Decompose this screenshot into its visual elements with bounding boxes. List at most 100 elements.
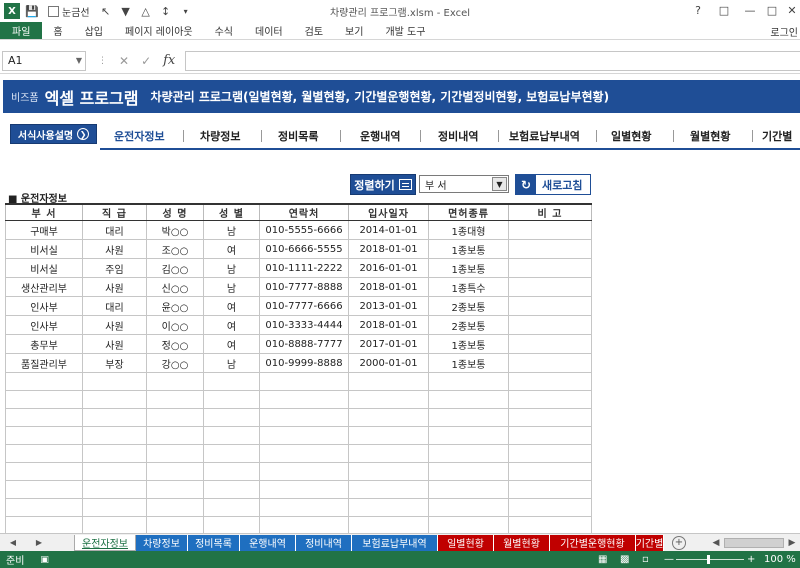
empty-cell[interactable] bbox=[348, 444, 429, 463]
empty-cell[interactable] bbox=[146, 372, 204, 391]
nav-maintenance-log[interactable]: 정비내역 bbox=[438, 128, 478, 144]
cell-name[interactable]: 윤○○ bbox=[146, 296, 204, 316]
cell-gender[interactable]: 여 bbox=[203, 296, 260, 316]
empty-cell[interactable] bbox=[146, 426, 204, 445]
refresh-button[interactable]: ↻ 새로고침 bbox=[515, 174, 591, 195]
nav-maintenance-list[interactable]: 정비목록 bbox=[278, 128, 318, 144]
empty-cell[interactable] bbox=[348, 516, 429, 533]
empty-cell[interactable] bbox=[146, 444, 204, 463]
empty-cell[interactable] bbox=[203, 462, 260, 481]
empty-cell[interactable] bbox=[428, 426, 509, 445]
zoom-out-icon[interactable]: — bbox=[664, 554, 674, 565]
nav-vehicle-info[interactable]: 차량정보 bbox=[200, 128, 240, 144]
help-icon[interactable]: ? bbox=[690, 2, 706, 18]
cell-license-type[interactable]: 1종보통 bbox=[428, 239, 509, 259]
header-rank[interactable]: 직 급 bbox=[82, 203, 147, 221]
h-scroll-left-icon[interactable]: ◀ bbox=[708, 538, 724, 548]
usage-guide-button[interactable]: 서식사용설명 ❯ bbox=[10, 124, 97, 144]
tab-developer[interactable]: 개발 도구 bbox=[374, 22, 436, 39]
empty-cell[interactable] bbox=[146, 462, 204, 481]
empty-cell[interactable] bbox=[5, 480, 83, 499]
cell-notes[interactable] bbox=[508, 296, 592, 316]
empty-cell[interactable] bbox=[428, 516, 509, 533]
sheet-tab-maintenance-list[interactable]: 정비목록 bbox=[188, 534, 240, 551]
tab-page-layout[interactable]: 페이지 레이아웃 bbox=[114, 22, 204, 39]
empty-cell[interactable] bbox=[5, 408, 83, 427]
sheet-tab-driving-log[interactable]: 운행내역 bbox=[240, 534, 296, 551]
chevron-down-icon[interactable]: ▼ bbox=[492, 177, 507, 191]
tab-scroll-left-icon[interactable]: ◀ bbox=[0, 538, 26, 547]
cell-contact[interactable]: 010-7777-8888 bbox=[259, 277, 349, 297]
page-layout-view-icon[interactable]: ▩ bbox=[620, 554, 629, 565]
cell-rank[interactable]: 사원 bbox=[82, 334, 147, 354]
empty-cell[interactable] bbox=[259, 426, 349, 445]
empty-cell[interactable] bbox=[5, 498, 83, 517]
empty-cell[interactable] bbox=[259, 444, 349, 463]
chevron-down-icon[interactable]: ▼ bbox=[76, 56, 82, 65]
cell-name[interactable]: 강○○ bbox=[146, 353, 204, 373]
cell-hire-date[interactable]: 2016-01-01 bbox=[348, 258, 429, 278]
org-chart-icon[interactable]: △ bbox=[138, 3, 154, 19]
empty-cell[interactable] bbox=[259, 372, 349, 391]
empty-cell[interactable] bbox=[5, 372, 83, 391]
empty-cell[interactable] bbox=[259, 516, 349, 533]
cell-notes[interactable] bbox=[508, 334, 592, 354]
empty-cell[interactable] bbox=[203, 444, 260, 463]
empty-cell[interactable] bbox=[203, 372, 260, 391]
cell-name[interactable]: 신○○ bbox=[146, 277, 204, 297]
cell-gender[interactable]: 여 bbox=[203, 334, 260, 354]
cell-gender[interactable]: 여 bbox=[203, 315, 260, 335]
empty-cell[interactable] bbox=[146, 408, 204, 427]
cell-gender[interactable]: 남 bbox=[203, 220, 260, 240]
empty-cell[interactable] bbox=[146, 390, 204, 409]
cell-license-type[interactable]: 2종보통 bbox=[428, 296, 509, 316]
sort-icon[interactable]: ↕ bbox=[158, 3, 174, 19]
empty-cell[interactable] bbox=[203, 516, 260, 533]
zoom-level[interactable]: 100 % bbox=[764, 554, 796, 565]
cell-contact[interactable]: 010-5555-6666 bbox=[259, 220, 349, 240]
empty-cell[interactable] bbox=[348, 462, 429, 481]
empty-cell[interactable] bbox=[259, 498, 349, 517]
tab-formulas[interactable]: 수식 bbox=[204, 22, 244, 39]
cell-hire-date[interactable]: 2018-01-01 bbox=[348, 277, 429, 297]
empty-cell[interactable] bbox=[203, 426, 260, 445]
empty-cell[interactable] bbox=[82, 516, 147, 533]
cell-notes[interactable] bbox=[508, 277, 592, 297]
cell-hire-date[interactable]: 2014-01-01 bbox=[348, 220, 429, 240]
empty-cell[interactable] bbox=[259, 462, 349, 481]
page-break-view-icon[interactable]: ▫ bbox=[642, 554, 649, 565]
add-sheet-icon[interactable]: + bbox=[672, 535, 686, 550]
nav-period-status[interactable]: 기간별 bbox=[762, 128, 792, 144]
cell-notes[interactable] bbox=[508, 239, 592, 259]
h-scroll-right-icon[interactable]: ▶ bbox=[784, 538, 800, 548]
empty-cell[interactable] bbox=[508, 408, 592, 427]
name-box[interactable]: A1 ▼ bbox=[2, 50, 86, 71]
cell-name[interactable]: 박○○ bbox=[146, 220, 204, 240]
cell-name[interactable]: 이○○ bbox=[146, 315, 204, 335]
tab-file[interactable]: 파일 bbox=[0, 22, 43, 39]
cell-contact[interactable]: 010-9999-8888 bbox=[259, 353, 349, 373]
cell-rank[interactable]: 대리 bbox=[82, 220, 147, 240]
empty-cell[interactable] bbox=[428, 390, 509, 409]
empty-cell[interactable] bbox=[5, 444, 83, 463]
tab-data[interactable]: 데이터 bbox=[244, 22, 294, 39]
cell-license-type[interactable]: 1종보통 bbox=[428, 353, 509, 373]
cell-department[interactable]: 비서실 bbox=[5, 239, 83, 259]
cell-rank[interactable]: 사원 bbox=[82, 239, 147, 259]
empty-cell[interactable] bbox=[428, 498, 509, 517]
insert-function-icon[interactable]: fx bbox=[163, 53, 175, 68]
filter-icon[interactable]: ▼ bbox=[118, 3, 134, 19]
cell-hire-date[interactable]: 2013-01-01 bbox=[348, 296, 429, 316]
cell-rank[interactable]: 대리 bbox=[82, 296, 147, 316]
empty-cell[interactable] bbox=[348, 372, 429, 391]
empty-cell[interactable] bbox=[348, 390, 429, 409]
maximize-icon[interactable]: □ bbox=[764, 2, 780, 18]
empty-cell[interactable] bbox=[82, 480, 147, 499]
sheet-tab-period-driving-status[interactable]: 기간별운행현황 bbox=[550, 534, 636, 551]
cell-department[interactable]: 생산관리부 bbox=[5, 277, 83, 297]
empty-cell[interactable] bbox=[82, 372, 147, 391]
sheet-tab-vehicle-info[interactable]: 차량정보 bbox=[136, 534, 188, 551]
tab-home[interactable]: 홈 bbox=[42, 22, 73, 39]
header-department[interactable]: 부 서 bbox=[5, 203, 83, 221]
empty-cell[interactable] bbox=[508, 498, 592, 517]
